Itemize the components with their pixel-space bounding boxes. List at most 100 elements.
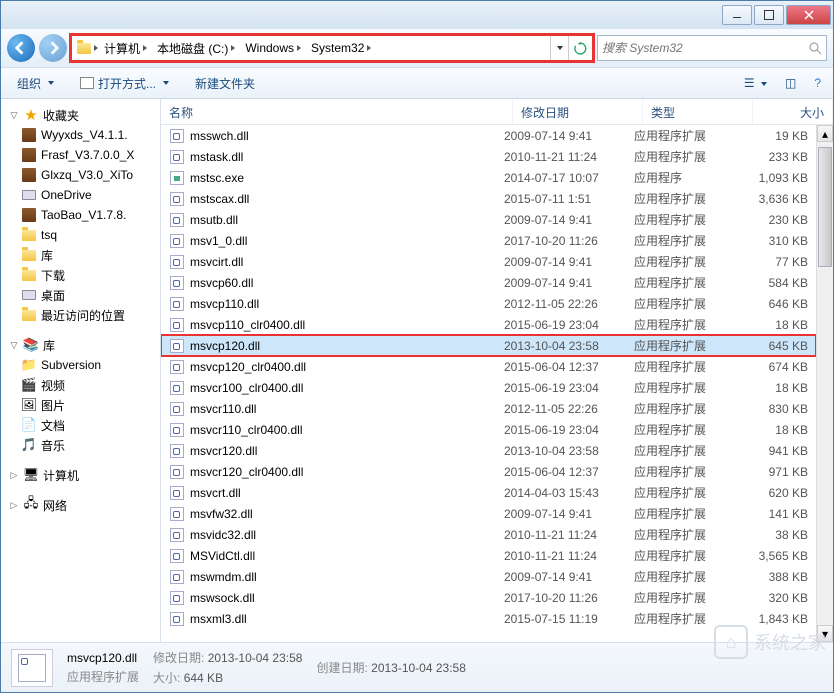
back-button[interactable] <box>7 34 35 62</box>
file-name: msvcp120_clr0400.dll <box>190 360 306 374</box>
file-row[interactable]: msvcr110.dll2012-11-05 22:26应用程序扩展830 KB <box>161 398 816 419</box>
close-button[interactable] <box>786 5 831 25</box>
address-history-dropdown[interactable] <box>550 36 568 60</box>
tree-item[interactable]: TaoBao_V1.7.8. <box>3 205 158 225</box>
dll-icon <box>169 590 185 606</box>
tree-favorites[interactable]: ▽★收藏夹 <box>3 105 158 125</box>
file-date: 2017-10-20 11:26 <box>496 234 626 248</box>
tree-item[interactable]: 🎵音乐 <box>3 435 158 455</box>
file-row[interactable]: MSVidCtl.dll2010-11-21 11:24应用程序扩展3,565 … <box>161 545 816 566</box>
file-row[interactable]: msvfw32.dll2009-07-14 9:41应用程序扩展141 KB <box>161 503 816 524</box>
file-row[interactable]: msxml3.dll2015-07-15 11:19应用程序扩展1,843 KB <box>161 608 816 629</box>
minimize-button[interactable] <box>722 5 752 25</box>
search-box[interactable] <box>597 35 827 61</box>
file-row[interactable]: msswch.dll2009-07-14 9:41应用程序扩展19 KB <box>161 125 816 146</box>
file-size: 1,843 KB <box>736 612 816 626</box>
tree-item[interactable]: 下载 <box>3 265 158 285</box>
file-row[interactable]: msvcr120.dll2013-10-04 23:58应用程序扩展941 KB <box>161 440 816 461</box>
dll-icon <box>169 233 185 249</box>
maximize-button[interactable] <box>754 5 784 25</box>
file-name: msvcr120.dll <box>190 444 257 458</box>
crumb-windows[interactable]: Windows <box>241 41 305 55</box>
nav-tree[interactable]: ▽★收藏夹 Wyyxds_V4.1.1.Frasf_V3.7.0.0_XGlxz… <box>1 99 161 642</box>
item-icon <box>21 287 37 303</box>
tree-computer[interactable]: ▷🖥计算机 <box>3 465 158 485</box>
tree-item[interactable]: 桌面 <box>3 285 158 305</box>
tree-item[interactable]: Frasf_V3.7.0.0_X <box>3 145 158 165</box>
file-row[interactable]: msvcp110.dll2012-11-05 22:26应用程序扩展646 KB <box>161 293 816 314</box>
file-row[interactable]: msvcr120_clr0400.dll2015-06-04 12:37应用程序… <box>161 461 816 482</box>
file-row[interactable]: msvcp110_clr0400.dll2015-06-19 23:04应用程序… <box>161 314 816 335</box>
tree-item[interactable]: OneDrive <box>3 185 158 205</box>
file-row[interactable]: mstscax.dll2015-07-11 1:51应用程序扩展3,636 KB <box>161 188 816 209</box>
file-row[interactable]: msvidc32.dll2010-11-21 11:24应用程序扩展38 KB <box>161 524 816 545</box>
item-icon: 🎵 <box>21 437 37 453</box>
dll-icon <box>169 380 185 396</box>
tree-item[interactable]: 库 <box>3 245 158 265</box>
file-row[interactable]: msvcp120.dll2013-10-04 23:58应用程序扩展645 KB <box>161 335 816 356</box>
chevron-right-icon[interactable] <box>94 45 98 51</box>
file-type: 应用程序扩展 <box>626 421 736 438</box>
item-icon: 📁 <box>21 357 37 373</box>
tree-item[interactable]: tsq <box>3 225 158 245</box>
scroll-thumb[interactable] <box>818 147 832 267</box>
dll-icon <box>169 548 185 564</box>
open-with-button[interactable]: 打开方式... <box>72 71 177 96</box>
organize-button[interactable]: 组织 <box>9 71 62 96</box>
tree-item[interactable]: 📁Subversion <box>3 355 158 375</box>
file-name: msxml3.dll <box>190 612 247 626</box>
scroll-up-button[interactable]: ▴ <box>817 125 833 142</box>
tree-item[interactable]: 最近访问的位置 <box>3 305 158 325</box>
search-input[interactable] <box>602 41 804 55</box>
file-row[interactable]: msvcp60.dll2009-07-14 9:41应用程序扩展584 KB <box>161 272 816 293</box>
tree-item[interactable]: Wyyxds_V4.1.1. <box>3 125 158 145</box>
file-row[interactable]: mswmdm.dll2009-07-14 9:41应用程序扩展388 KB <box>161 566 816 587</box>
file-name: msv1_0.dll <box>190 234 247 248</box>
file-type: 应用程序扩展 <box>626 337 736 354</box>
crumb-computer[interactable]: 计算机 <box>100 40 151 57</box>
crumb-drive[interactable]: 本地磁盘 (C:) <box>153 40 239 57</box>
scroll-track[interactable] <box>817 142 833 625</box>
file-row[interactable]: msutb.dll2009-07-14 9:41应用程序扩展230 KB <box>161 209 816 230</box>
file-row[interactable]: msvcirt.dll2009-07-14 9:41应用程序扩展77 KB <box>161 251 816 272</box>
col-type[interactable]: 类型 <box>643 99 753 124</box>
file-name: msvcr120_clr0400.dll <box>190 465 303 479</box>
tree-network[interactable]: ▷🖧网络 <box>3 495 158 515</box>
file-size: 674 KB <box>736 360 816 374</box>
file-name: mstsc.exe <box>190 171 244 185</box>
folder-icon <box>76 40 92 56</box>
crumb-system32[interactable]: System32 <box>307 41 375 55</box>
col-date[interactable]: 修改日期 <box>513 99 643 124</box>
new-folder-button[interactable]: 新建文件夹 <box>187 71 263 96</box>
tree-item[interactable]: 📄文档 <box>3 415 158 435</box>
file-row[interactable]: mswsock.dll2017-10-20 11:26应用程序扩展320 KB <box>161 587 816 608</box>
file-rows[interactable]: msswch.dll2009-07-14 9:41应用程序扩展19 KBmsta… <box>161 125 816 642</box>
file-date: 2014-04-03 15:43 <box>496 486 626 500</box>
tree-item[interactable]: 🎬视频 <box>3 375 158 395</box>
tree-item[interactable]: Glxzq_V3.0_XiTo <box>3 165 158 185</box>
scroll-down-button[interactable]: ▾ <box>817 625 833 642</box>
forward-button[interactable] <box>39 34 67 62</box>
dll-icon <box>169 611 185 627</box>
tree-libraries[interactable]: ▽📚库 <box>3 335 158 355</box>
tree-item[interactable]: 🖼图片 <box>3 395 158 415</box>
status-filetype: 应用程序扩展 <box>67 668 139 685</box>
file-date: 2009-07-14 9:41 <box>496 276 626 290</box>
file-row[interactable]: msv1_0.dll2017-10-20 11:26应用程序扩展310 KB <box>161 230 816 251</box>
file-row[interactable]: msvcrt.dll2014-04-03 15:43应用程序扩展620 KB <box>161 482 816 503</box>
file-row[interactable]: msvcp120_clr0400.dll2015-06-04 12:37应用程序… <box>161 356 816 377</box>
file-row[interactable]: mstask.dll2010-11-21 11:24应用程序扩展233 KB <box>161 146 816 167</box>
refresh-button[interactable] <box>568 36 592 60</box>
file-row[interactable]: msvcr100_clr0400.dll2015-06-19 23:04应用程序… <box>161 377 816 398</box>
file-size: 645 KB <box>736 339 816 353</box>
col-size[interactable]: 大小 <box>753 99 833 124</box>
scrollbar[interactable]: ▴ ▾ <box>816 125 833 642</box>
view-options-button[interactable]: ☰ <box>740 72 771 94</box>
address-bar[interactable]: 计算机 本地磁盘 (C:) Windows System32 <box>71 35 593 61</box>
help-button[interactable]: ? <box>810 72 825 94</box>
file-type: 应用程序扩展 <box>626 463 736 480</box>
preview-pane-button[interactable]: ◫ <box>781 72 800 94</box>
col-name[interactable]: 名称 <box>161 99 513 124</box>
file-row[interactable]: msvcr110_clr0400.dll2015-06-19 23:04应用程序… <box>161 419 816 440</box>
file-row[interactable]: mstsc.exe2014-07-17 10:07应用程序1,093 KB <box>161 167 816 188</box>
